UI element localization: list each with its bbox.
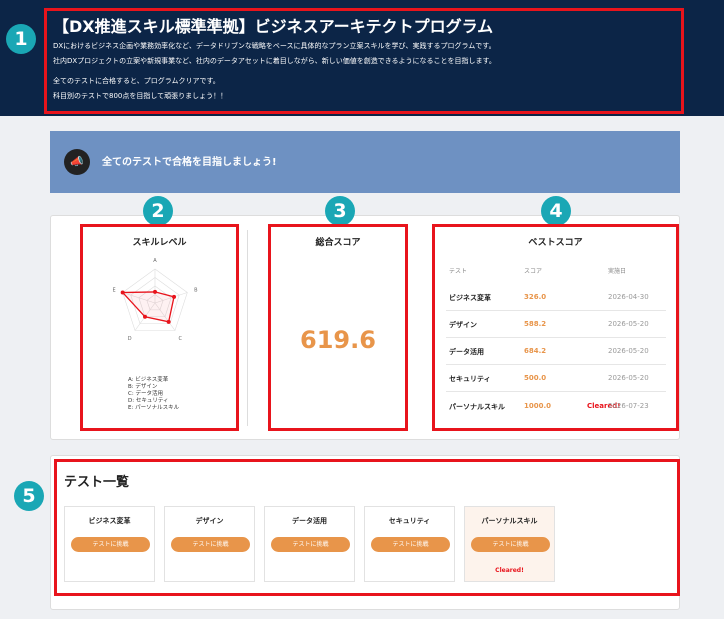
table-row: ビジネス変革 326.0 2026-04-30 (446, 284, 666, 311)
row-date: 2026-07-23 (608, 402, 649, 410)
row-test-name: データ活用 (449, 348, 484, 356)
total-score-value: 619.6 (300, 326, 376, 354)
radar-axis-label: C (179, 336, 183, 342)
row-test-name: ビジネス変革 (449, 294, 491, 302)
radar-axis-label: E (113, 288, 116, 294)
radar-point (172, 294, 177, 299)
banner-text: 全てのテストで合格を目指しましょう! (102, 157, 277, 168)
annotation-badge-4: 4 (541, 196, 571, 226)
megaphone-icon: 📣 (64, 149, 90, 175)
row-score: 1000.0 (524, 402, 552, 410)
row-test-name: セキュリティ (449, 375, 491, 383)
skill-legend-a: A: ビジネス変革 (128, 377, 169, 383)
col-date-header: 実施日 (608, 268, 627, 275)
annotation-badge-3: 3 (325, 196, 355, 226)
table-row: パーソナルスキル 1000.0 Cleared! 2026-07-23 (446, 393, 666, 420)
row-score: 588.2 (524, 320, 547, 328)
row-test-name: パーソナルスキル (449, 403, 505, 411)
row-score: 326.0 (524, 293, 547, 301)
test-list-annotation-box (54, 459, 680, 596)
annotation-badge-2: 2 (143, 196, 173, 226)
goal-banner: 📣 全てのテストで合格を目指しましょう! (50, 131, 680, 193)
radar-point (120, 290, 125, 295)
col-test-header: テスト (449, 268, 468, 275)
col-score-header: スコア (524, 268, 543, 275)
row-test-name: デザイン (449, 321, 477, 329)
total-score-title: 総合スコア (315, 238, 361, 248)
annotation-badge-5: 5 (14, 481, 44, 511)
radar-axis-label: B (194, 288, 198, 294)
header-annotation-box: 【DX推進スキル標準準拠】ビジネスアーキテクトプログラム DXにおけるビジネス企… (44, 8, 684, 114)
radar-axis-label: D (128, 336, 132, 342)
radar-point (166, 319, 171, 324)
program-title: 【DX推進スキル標準準拠】ビジネスアーキテクトプログラム (53, 17, 494, 36)
row-date: 2026-05-20 (608, 374, 649, 382)
skill-legend-d: D: セキュリティ (128, 398, 169, 404)
skill-radar-chart: A B C D E (113, 258, 199, 342)
radar-point (153, 289, 157, 294)
table-row: データ活用 684.2 2026-05-20 (446, 338, 666, 365)
radar-point (143, 314, 148, 319)
radar-axis-label: A (153, 258, 157, 264)
row-score: 500.0 (524, 374, 547, 382)
skill-legend-e: E: パーソナルスキル (128, 405, 180, 411)
skill-legend-b: B: デザイン (128, 384, 158, 390)
skill-level-title: スキルレベル (132, 238, 187, 248)
annotation-badge-1: 1 (6, 24, 36, 54)
row-date: 2026-05-20 (608, 320, 649, 328)
program-description-4: 科目別のテストで800点を目指して頑張りましょう！！ (53, 92, 228, 100)
skill-legend-c: C: データ活用 (128, 391, 163, 397)
panel-divider (247, 230, 248, 426)
radar-series-polygon (121, 291, 175, 323)
program-description-2: 社内DXプロジェクトの立案や新規事業など、社内のデータアセットに着目しながら、新… (53, 57, 496, 65)
row-date: 2026-04-30 (608, 293, 649, 301)
table-row: セキュリティ 500.0 2026-05-20 (446, 365, 666, 392)
program-description-3: 全てのテストに合格すると、プログラムクリアです。 (53, 77, 220, 85)
program-description-1: DXにおけるビジネス企画や業務効率化など、データドリブンな戦略をベースに具体的な… (53, 42, 496, 50)
row-score: 684.2 (524, 347, 547, 355)
row-date: 2026-05-20 (608, 347, 649, 355)
best-score-title: ベストスコア (528, 238, 583, 248)
table-row: デザイン 588.2 2026-05-20 (446, 311, 666, 338)
